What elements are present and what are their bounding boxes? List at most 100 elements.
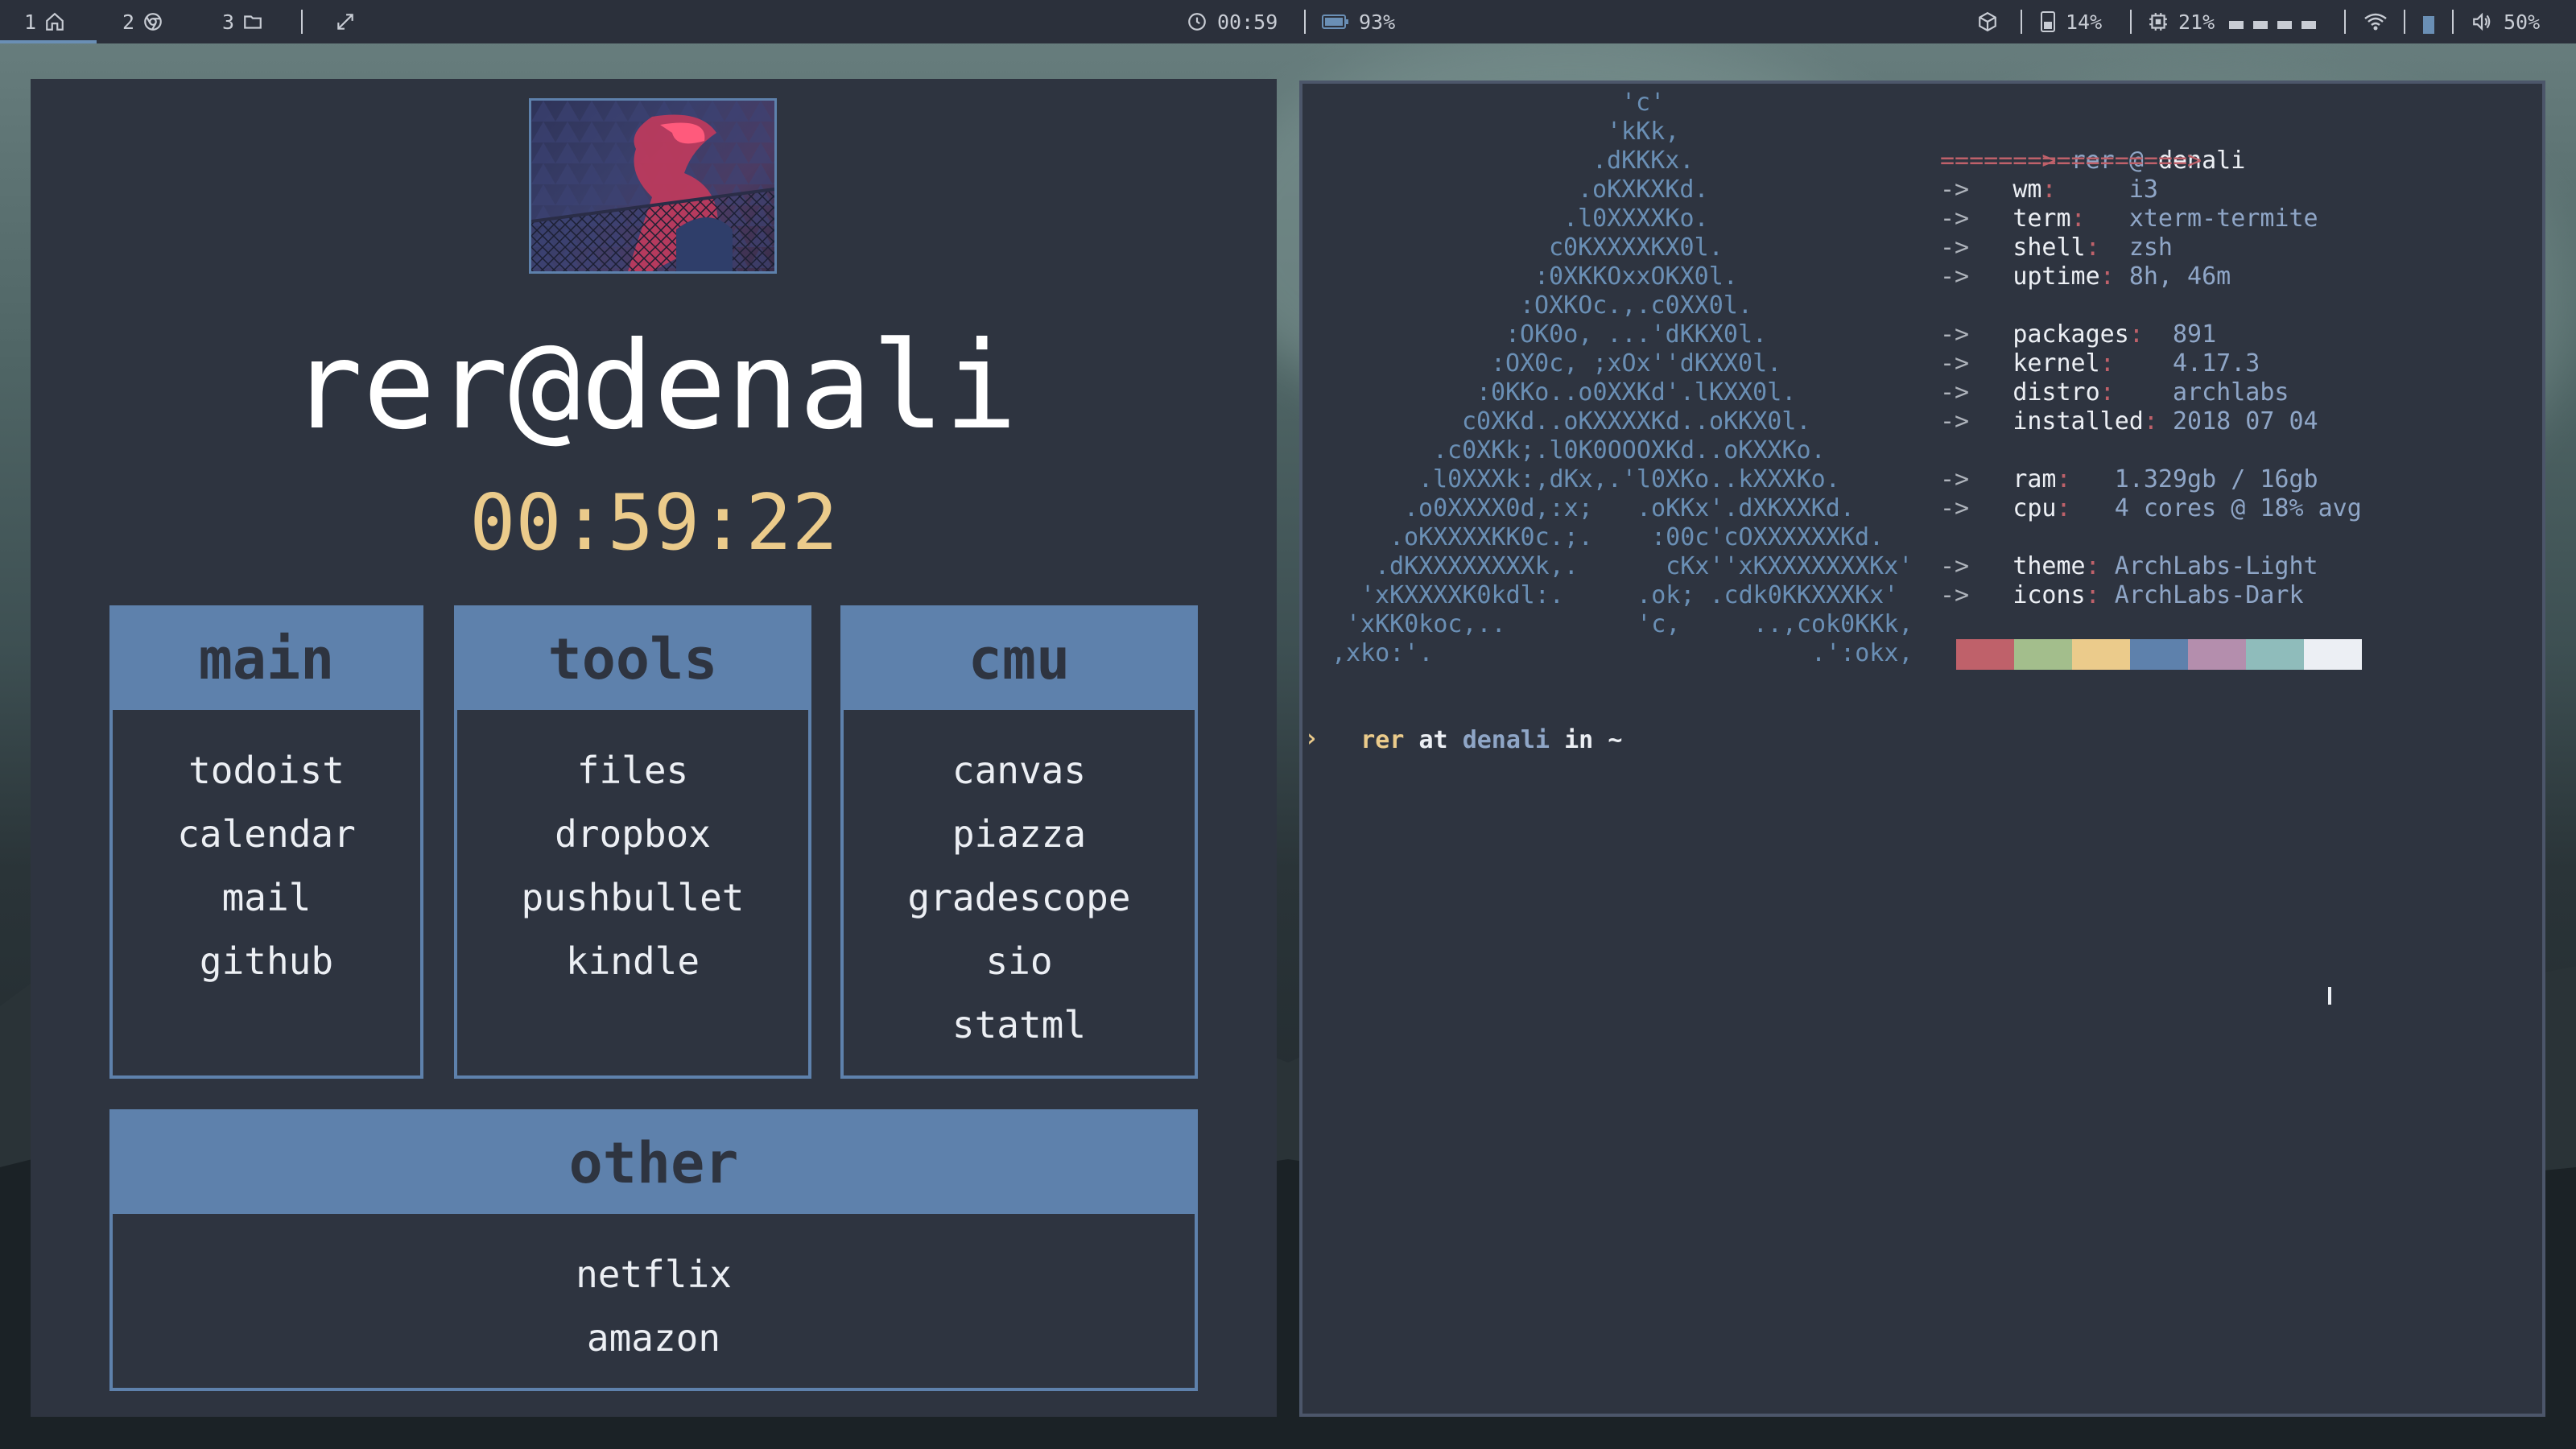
ascii-art-line: :0KKo..o0XXKd'.lKXX0l.	[1476, 378, 1797, 407]
links-panel-main: main todoist calendar mail github	[109, 605, 423, 1079]
ascii-art-line: .dKXXXXXXXXk,. cKx''xKXXXXXXXKx'	[1375, 552, 1913, 580]
ascii-art-line: :0XKKOxxOKX0l.	[1534, 262, 1738, 291]
info-key: wm	[2013, 175, 2042, 204]
cpu-widget[interactable]: 21%	[2148, 0, 2317, 43]
ascii-art-line: 'xKXXXXK0kdl:. .ok; .cdk0KKXXXKx'	[1360, 581, 1899, 609]
ascii-art-line: .oKXKXKd.	[1578, 175, 1709, 204]
info-key: packages	[2013, 320, 2129, 349]
info-key: distro	[2013, 378, 2100, 407]
battery-icon	[1322, 14, 1348, 29]
clock-text: 00:59	[1217, 10, 1278, 34]
link-todoist[interactable]: todoist	[113, 739, 420, 803]
info-arrow: ->	[1940, 320, 1970, 349]
info-arrow: ->	[1940, 262, 1970, 291]
workspace-1[interactable]: 1	[24, 0, 65, 43]
memory-text: 14%	[2066, 10, 2103, 34]
link-pushbullet[interactable]: pushbullet	[457, 866, 808, 930]
ascii-art-line: ,xko:'. .':okx,	[1331, 639, 1913, 667]
ascii-art-line: 'kKk,	[1607, 118, 1680, 146]
ascii-art-line: 'xKK0koc,.. 'c, ..,cok0KKk,	[1346, 610, 1913, 638]
memory-widget[interactable]: 14%	[2040, 0, 2102, 43]
ascii-art-line: c0KXXXXKX0l.	[1549, 233, 1724, 262]
panel-title: other	[113, 1113, 1195, 1214]
palette-swatch-cyan	[2246, 639, 2304, 670]
battery-widget[interactable]: 93%	[1322, 0, 1395, 43]
info-rule: =================>	[1940, 147, 2202, 175]
ascii-art-line: :OXKOc.,.c0XX0l.	[1520, 291, 1752, 320]
panel-link-list: netflix amazon	[113, 1214, 1195, 1370]
separator	[2344, 10, 2346, 34]
info-row-theme: -> theme: ArchLabs-Light	[1940, 552, 2318, 580]
link-dropbox[interactable]: dropbox	[457, 803, 808, 866]
info-arrow: ->	[1940, 552, 1970, 580]
link-mail[interactable]: mail	[113, 866, 420, 930]
link-statml[interactable]: statml	[844, 993, 1195, 1057]
link-netflix[interactable]: netflix	[113, 1243, 1195, 1307]
wifi-widget[interactable]	[2363, 0, 2388, 43]
info-value: 4.17.3	[2173, 349, 2260, 378]
cpu-cores-graph	[2229, 10, 2317, 34]
info-header: ===> rer @ denali	[1998, 147, 2246, 175]
link-github[interactable]: github	[113, 930, 420, 993]
info-value: zsh	[2128, 233, 2173, 262]
workspace-2[interactable]: 2	[122, 0, 163, 43]
info-value: ArchLabs-Light	[2114, 552, 2318, 580]
info-key: kernel	[2013, 349, 2100, 378]
info-row-installed: -> installed: 2018 07 04	[1940, 407, 2318, 436]
panel-title: main	[113, 609, 420, 710]
ascii-art-line: .dKKKx.	[1592, 147, 1695, 175]
palette-swatch-blue	[2130, 639, 2188, 670]
link-gradescope[interactable]: gradescope	[844, 866, 1195, 930]
workspace-number: 1	[24, 10, 37, 34]
fullscreen-toggle[interactable]	[335, 0, 356, 43]
prompt-symbol[interactable]: ›	[1304, 724, 1319, 753]
ascii-art-line: c0XKd..oKXXXXKd..oKKX0l.	[1462, 407, 1811, 436]
info-arrow: ->	[1940, 494, 1970, 522]
info-arrow: ->	[1940, 465, 1970, 493]
cpu-icon	[2149, 13, 2167, 31]
info-key: theme	[2013, 552, 2086, 580]
package-icon	[1979, 11, 1996, 32]
links-panel-cmu: cmu canvas piazza gradescope sio statml	[840, 605, 1198, 1079]
battery-text: 93%	[1359, 10, 1396, 34]
browser-startpage-window[interactable]: rer@denali 00:59:22 main todoist calenda…	[31, 79, 1277, 1417]
info-arrow: ->	[1940, 233, 1970, 262]
link-sio[interactable]: sio	[844, 930, 1195, 993]
ascii-art-line: :OX0c, ;xOx''dKXX0l.	[1491, 349, 1782, 378]
separator	[301, 10, 303, 34]
link-calendar[interactable]: calendar	[113, 803, 420, 866]
info-arrow: ->	[1940, 378, 1970, 407]
link-files[interactable]: files	[457, 739, 808, 803]
info-row-shell: -> shell: zsh	[1940, 233, 2173, 262]
ascii-art-line: .l0XXXk:,dKx,.'l0XKo..kXXXKo.	[1418, 465, 1840, 493]
links-panel-tools: tools files dropbox pushbullet kindle	[454, 605, 811, 1079]
info-value: 4 cores @ 18% avg	[2114, 494, 2362, 522]
workspace-3[interactable]: 3	[222, 0, 263, 43]
ascii-art-line: .l0XXXXKo.	[1563, 204, 1709, 233]
separator	[2452, 10, 2454, 34]
clock-widget[interactable]: 00:59	[1187, 0, 1278, 43]
workspace-number: 3	[222, 10, 235, 34]
disk-widget[interactable]	[1977, 0, 1998, 43]
info-key: installed	[2013, 407, 2144, 436]
cpu-text: 21%	[2178, 10, 2215, 34]
volume-text: 50%	[2504, 10, 2541, 34]
info-row-kernel: -> kernel: 4.17.3	[1940, 349, 2260, 378]
info-value: 2018 07 04	[2173, 407, 2318, 436]
link-piazza[interactable]: piazza	[844, 803, 1195, 866]
link-canvas[interactable]: canvas	[844, 739, 1195, 803]
brightness-widget[interactable]	[2423, 0, 2434, 43]
info-row-term: -> term: xterm-termite	[1940, 204, 2318, 233]
volume-widget[interactable]: 50%	[2471, 0, 2540, 43]
info-arrow: ->	[1940, 175, 1970, 204]
terminal-window[interactable]: 'c' 'kKk, .dKKKx. .oKXKXKd. .l0XXXXKo. c…	[1299, 80, 2545, 1417]
link-amazon[interactable]: amazon	[113, 1307, 1195, 1370]
memory-icon	[2041, 11, 2055, 32]
link-kindle[interactable]: kindle	[457, 930, 808, 993]
palette-swatch-magenta	[2188, 639, 2246, 670]
hostname-heading: rer@denali	[290, 316, 1018, 456]
panel-title: cmu	[844, 609, 1195, 710]
status-bar: 1 2 3 00:59 93% 14% 21% 50%	[0, 0, 2576, 43]
header-artwork-image	[529, 98, 777, 274]
info-row-cpu: -> cpu: 4 cores @ 18% avg	[1940, 494, 2362, 522]
